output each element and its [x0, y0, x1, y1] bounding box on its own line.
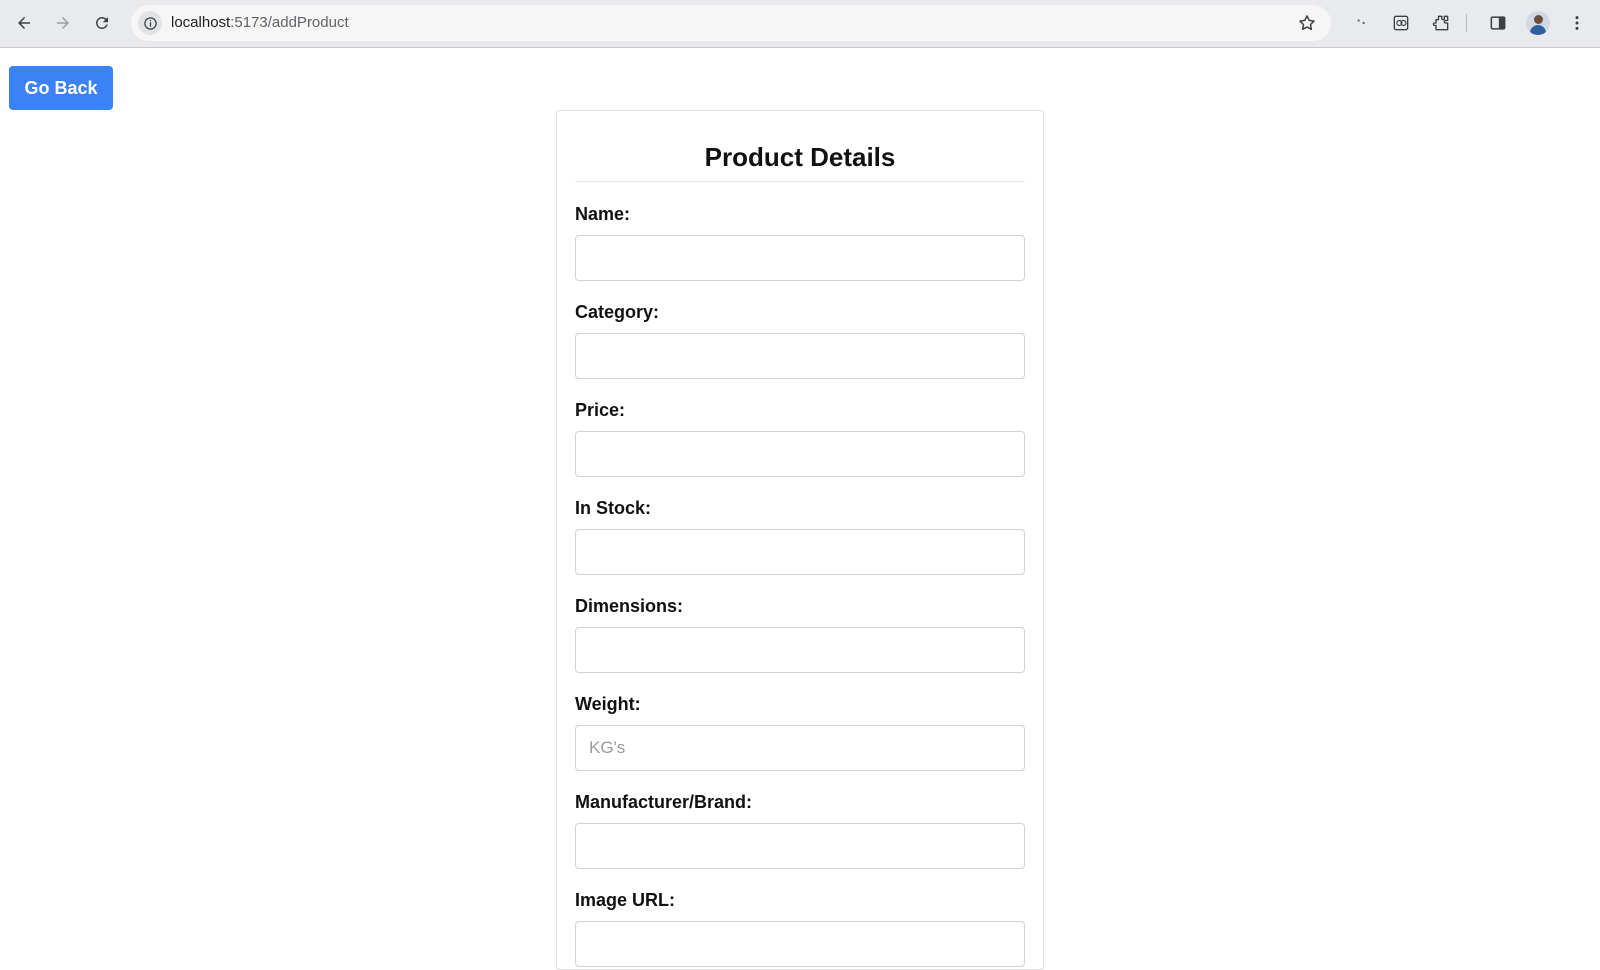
browser-toolbar: localhost:5173/addProduct — [0, 0, 1600, 48]
back-icon[interactable] — [11, 10, 37, 36]
price-label: Price: — [575, 400, 626, 420]
name-input[interactable] — [575, 235, 1025, 281]
url-text[interactable]: localhost:5173/addProduct — [171, 14, 349, 32]
loading-dots-icon — [1350, 11, 1374, 35]
bookmark-star-icon[interactable] — [1297, 13, 1317, 33]
profile-avatar[interactable] — [1526, 11, 1550, 35]
dimensions-input[interactable] — [575, 627, 1025, 673]
category-input[interactable] — [575, 333, 1025, 379]
more-menu-icon[interactable] — [1565, 11, 1589, 35]
image-url-label: Image URL: — [575, 890, 676, 910]
extensions-icon[interactable] — [1429, 11, 1453, 35]
image-url-input[interactable] — [575, 921, 1025, 967]
category-label: Category: — [575, 302, 660, 322]
extension-puzzle-alt-icon[interactable] — [1389, 11, 1413, 35]
manufacturer-input[interactable] — [575, 823, 1025, 869]
go-back-button[interactable]: Go Back — [9, 66, 113, 110]
url-host: localhost — [171, 14, 231, 31]
address-bar[interactable]: localhost:5173/addProduct — [131, 5, 1331, 41]
name-label: Name: — [575, 204, 631, 224]
reload-icon[interactable] — [89, 10, 115, 36]
site-info-icon[interactable] — [138, 11, 162, 35]
weight-input[interactable] — [575, 725, 1025, 771]
product-details-card: Product Details Name: Category: Price: I… — [556, 110, 1044, 970]
toolbar-divider — [1466, 14, 1467, 32]
manufacturer-label: Manufacturer/Brand: — [575, 792, 753, 812]
side-panel-icon[interactable] — [1486, 11, 1510, 35]
weight-label: Weight: — [575, 694, 641, 714]
dimensions-label: Dimensions: — [575, 596, 684, 616]
in-stock-label: In Stock: — [575, 498, 652, 518]
title-divider — [575, 181, 1025, 182]
in-stock-input[interactable] — [575, 529, 1025, 575]
url-path: :5173/addProduct — [230, 14, 349, 31]
page-title: Product Details — [704, 142, 896, 172]
forward-icon[interactable] — [50, 10, 76, 36]
price-input[interactable] — [575, 431, 1025, 477]
